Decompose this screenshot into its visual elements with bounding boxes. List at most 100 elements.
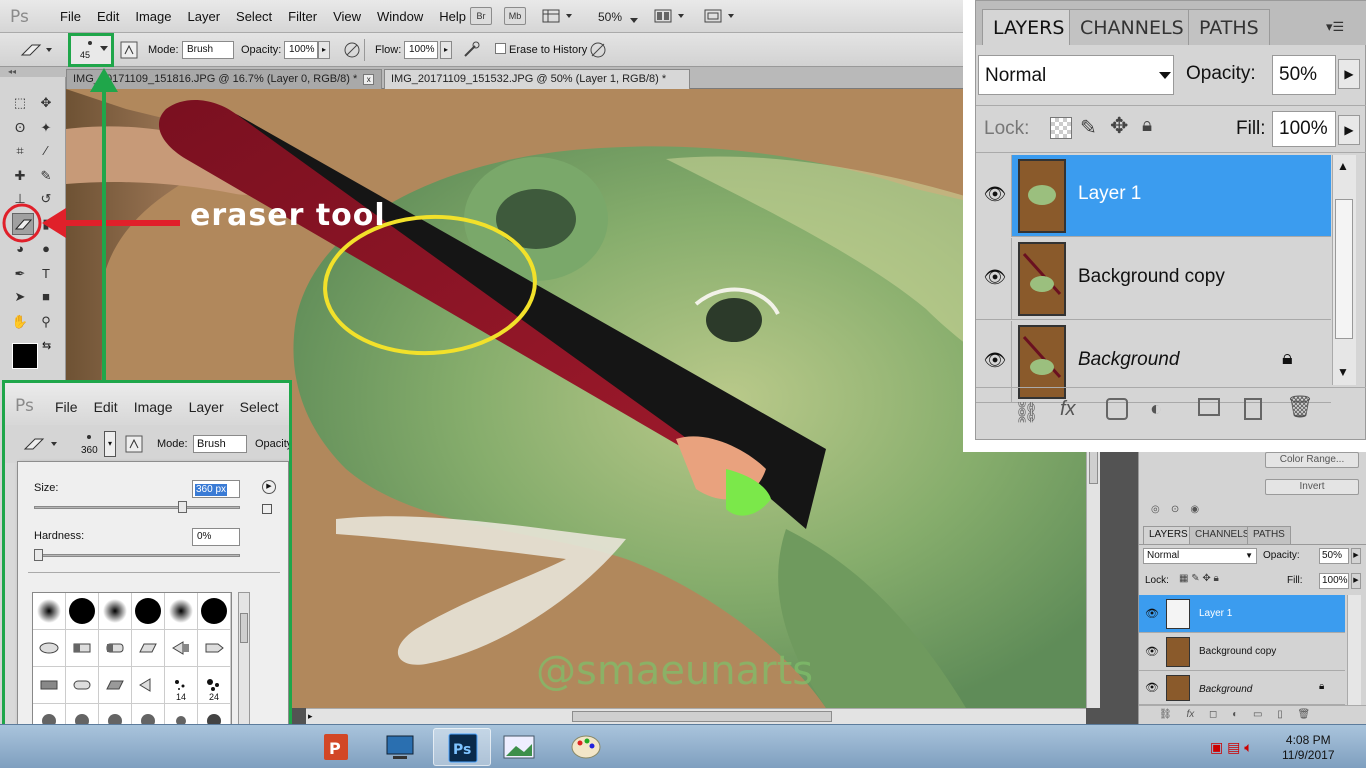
brush-preset-tip-icon[interactable] (165, 630, 198, 667)
inset-menu-file[interactable]: File (47, 399, 86, 415)
brush-tool-icon[interactable]: ✎ (35, 165, 57, 187)
layer-row[interactable]: 👁︎ Layer 1 (1139, 595, 1345, 633)
remote-desktop-taskbar-button[interactable] (371, 728, 429, 766)
pressure-size-icon[interactable] (588, 40, 608, 60)
brush-preset-tip-icon[interactable] (66, 667, 99, 704)
inset-brush-picker-toggle[interactable]: ▾ (104, 431, 116, 457)
tab-layers[interactable]: LAYERS (982, 9, 1076, 45)
brush-preset-soft-round-icon[interactable] (33, 593, 66, 630)
tab-layers[interactable]: LAYERS (1143, 526, 1194, 544)
quick-selection-tool-icon[interactable]: ✦ (35, 117, 57, 139)
arrange-documents-icon[interactable] (654, 8, 688, 24)
hand-tool-icon[interactable]: ✋ (9, 311, 31, 333)
brush-panel-toggle-icon[interactable] (120, 41, 138, 59)
menu-layer[interactable]: Layer (180, 9, 229, 24)
inset-menu-edit[interactable]: Edit (86, 399, 126, 415)
foreground-color-swatch[interactable] (12, 343, 38, 369)
healing-brush-tool-icon[interactable]: ✚ (9, 165, 31, 187)
zoom-tool-icon[interactable]: ⚲ (35, 311, 57, 333)
tool-preset-eraser-icon[interactable] (18, 39, 54, 61)
layer-row[interactable]: 👁︎ Background copy (976, 238, 1331, 320)
brush-size-preview[interactable]: 45 (68, 33, 114, 67)
system-clock[interactable]: 4:08 PM 11/9/2017 (1282, 733, 1335, 763)
tab-channels[interactable]: CHANNELS (1189, 526, 1256, 544)
scroll-up-icon[interactable]: ▲ (1337, 159, 1349, 173)
tools-collapse-icon[interactable]: ◂◂ (0, 67, 66, 77)
size-input[interactable]: 360 px (192, 480, 240, 498)
lock-position-icon[interactable]: ✥ (1110, 113, 1128, 139)
trash-icon[interactable]: 🗑︎ (1298, 709, 1311, 720)
brush-preset-hard-round-icon[interactable] (198, 593, 231, 630)
eye-icon[interactable]: 👁︎ (982, 264, 1008, 290)
blend-mode-select[interactable]: Normal (978, 55, 1174, 95)
brush-preset-tip-icon[interactable] (33, 667, 66, 704)
adjustment-layer-icon[interactable]: ◐ (1232, 709, 1238, 720)
tab-channels[interactable]: CHANNELS (1069, 9, 1195, 45)
blend-mode-select[interactable]: Normal ▼ (1143, 548, 1257, 564)
eye-icon[interactable]: 👁︎ (1145, 607, 1159, 620)
flow-slider-toggle[interactable]: ▸ (440, 41, 452, 59)
brush-preset-tip-icon[interactable] (33, 630, 66, 667)
pen-tool-icon[interactable]: ✒ (9, 263, 31, 285)
fill-slider-toggle[interactable]: ▶ (1338, 115, 1360, 145)
layer-mask-icon[interactable] (1106, 398, 1128, 420)
tab-paths[interactable]: PATHS (1247, 526, 1291, 544)
mini-bridge-button[interactable]: Mb (504, 7, 526, 25)
layer-mask-icon[interactable]: ◻ (1209, 709, 1217, 720)
menu-image[interactable]: Image (127, 9, 179, 24)
inset-eraser-preset-icon[interactable] (21, 433, 61, 455)
panel-menu-icon[interactable]: ▾☰ (1326, 19, 1344, 35)
menu-select[interactable]: Select (228, 9, 280, 24)
powerpoint-taskbar-button[interactable]: P (307, 728, 365, 766)
mode-select[interactable]: Brush (182, 41, 234, 59)
tab-paths[interactable]: PATHS (1188, 9, 1270, 45)
brush-preset-scatter-icon[interactable]: 24 (198, 667, 231, 704)
brush-preset-tip-icon[interactable] (198, 630, 231, 667)
zoom-level[interactable]: 50% (598, 10, 622, 24)
hardness-input[interactable]: 0% (192, 528, 240, 546)
adjustment-footer-icons[interactable]: ◎ ⊙ ◉ (1151, 504, 1199, 515)
scroll-left-icon[interactable]: ▸ (308, 711, 313, 722)
layer-row[interactable]: 👁︎ Background 🔒︎ (1139, 671, 1345, 705)
view-extras-icon[interactable] (542, 8, 576, 24)
brush-preset-tip-icon[interactable] (132, 630, 165, 667)
menu-filter[interactable]: Filter (280, 9, 325, 24)
opacity-slider-toggle[interactable]: ▶ (1351, 548, 1361, 564)
layer-opacity-input[interactable]: 50% (1319, 548, 1349, 564)
eye-icon[interactable]: 👁︎ (1145, 681, 1159, 694)
lock-icons[interactable]: ▦ ✎ ✥ 🔒︎ (1179, 573, 1219, 584)
brush-preset-scatter-icon[interactable]: 14 (165, 667, 198, 704)
picker-menu-icon[interactable]: ▶ (262, 480, 276, 494)
opacity-slider-toggle[interactable]: ▶ (1338, 59, 1360, 89)
preset-scrollbar[interactable] (238, 592, 250, 742)
pressure-opacity-icon[interactable] (342, 41, 362, 59)
inset-menu-image[interactable]: Image (126, 399, 181, 415)
new-preset-icon[interactable] (262, 504, 272, 514)
zoom-dropdown-icon[interactable] (630, 13, 638, 23)
preset-scroll-thumb[interactable] (240, 613, 248, 643)
scroll-down-icon[interactable]: ▼ (1337, 365, 1349, 379)
opacity-input[interactable]: 100% (284, 41, 318, 59)
inset-menu-filter[interactable]: F (287, 399, 289, 415)
brush-preset-soft-round-icon[interactable] (99, 593, 132, 630)
opacity-slider-toggle[interactable]: ▸ (318, 41, 330, 59)
lock-pixels-icon[interactable]: ✎ (1080, 115, 1097, 140)
marquee-tool-icon[interactable]: ⬚ (9, 92, 31, 114)
bridge-button[interactable]: Br (470, 7, 492, 25)
inset-menu-select[interactable]: Select (232, 399, 287, 415)
hardness-slider-knob[interactable] (34, 549, 43, 561)
layer-style-button[interactable]: fx (1060, 398, 1076, 421)
menu-view[interactable]: View (325, 9, 369, 24)
invert-button[interactable]: Invert (1265, 479, 1359, 495)
new-layer-icon[interactable]: ▯ (1277, 709, 1283, 720)
crop-tool-icon[interactable]: ⌗ (9, 140, 31, 162)
paint-taskbar-button[interactable] (557, 728, 615, 766)
brush-preset-tip-icon[interactable] (132, 667, 165, 704)
lock-all-icon[interactable]: 🔒︎ (1142, 115, 1152, 137)
new-group-icon[interactable]: ▭ (1253, 709, 1262, 720)
move-tool-icon[interactable]: ✥ (35, 92, 57, 114)
brush-preset-tip-icon[interactable] (99, 630, 132, 667)
inset-menu-layer[interactable]: Layer (181, 399, 232, 415)
airbrush-icon[interactable] (462, 41, 482, 59)
eye-icon[interactable]: 👁︎ (982, 347, 1008, 373)
